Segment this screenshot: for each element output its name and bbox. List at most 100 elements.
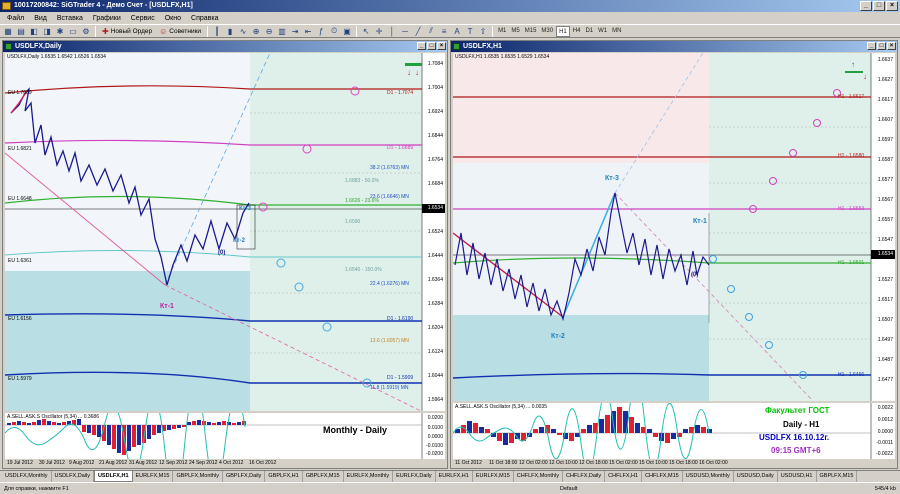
chart-tab[interactable]: USDUSD,Daily xyxy=(734,471,778,482)
vline-icon[interactable]: │ xyxy=(386,26,398,37)
tile-windows-icon[interactable]: ▥ xyxy=(276,26,288,37)
timeframe-w1[interactable]: W1 xyxy=(596,26,609,37)
trendline-icon[interactable]: ╱ xyxy=(412,26,424,37)
chart-tab[interactable]: USDLFX,H1 xyxy=(93,471,133,482)
hline-icon[interactable]: ─ xyxy=(399,26,411,37)
timeframe-m30[interactable]: M30 xyxy=(539,26,555,37)
maximize-button[interactable]: □ xyxy=(873,1,885,11)
tester-icon[interactable]: ⚙ xyxy=(80,26,92,37)
pink-zone xyxy=(453,53,709,163)
chart-tab[interactable]: EURLFX,Daily xyxy=(393,471,436,482)
label-icon[interactable]: T xyxy=(464,26,476,37)
toolbar-separator xyxy=(95,25,96,37)
menu-window[interactable]: Окно xyxy=(160,15,186,22)
bar-chart-icon[interactable]: ┃ xyxy=(211,26,223,37)
close-button[interactable]: × xyxy=(886,1,898,11)
price-tick: 1.6487 xyxy=(877,357,893,363)
chart-minimize-button[interactable]: _ xyxy=(417,42,426,50)
timeframe-h1[interactable]: H1 xyxy=(556,25,570,37)
menu-charts[interactable]: Графики xyxy=(88,15,126,22)
data-window-icon[interactable]: ◨ xyxy=(41,26,53,37)
chart-tab[interactable]: EURLFX,Monthly xyxy=(344,471,394,482)
candle-chart-icon[interactable]: ▮ xyxy=(224,26,236,37)
oscillator-bar xyxy=(533,429,538,433)
oscillator-area[interactable]: A.SELL.ASK.S Oscillator (5,34) ... 0.368… xyxy=(5,413,445,459)
chart-tab[interactable]: EURLFX,M15 xyxy=(133,471,174,482)
terminal-icon[interactable]: ▭ xyxy=(67,26,79,37)
chart-window-title[interactable]: USDLFX,H1 _ □ × xyxy=(451,41,897,52)
profiles-icon[interactable]: ▤ xyxy=(15,26,27,37)
chart-tab[interactable]: GBPLFX,Daily xyxy=(223,471,266,482)
fibo-icon[interactable]: ≡ xyxy=(438,26,450,37)
chart-close-button[interactable]: × xyxy=(887,42,896,50)
zoom-out-icon[interactable]: ⊖ xyxy=(263,26,275,37)
oscillator-bar xyxy=(551,429,556,433)
wave-label-zero: (0) xyxy=(691,272,699,278)
chart-tab[interactable]: GBPLFX,H1 xyxy=(265,471,303,482)
chart-tab[interactable]: GBPLFX,M15 xyxy=(817,471,858,482)
level-label: 38.2 (1.6763) MN xyxy=(370,165,409,171)
oscillator-bar xyxy=(52,422,56,425)
oscillator-bar xyxy=(62,422,66,425)
new-chart-icon[interactable]: ▦ xyxy=(2,26,14,37)
oscillator-bar xyxy=(509,433,514,443)
zoom-in-icon[interactable]: ⊕ xyxy=(250,26,262,37)
crosshair-icon[interactable]: ✛ xyxy=(373,26,385,37)
chart-tab[interactable]: EURLFX,H1 xyxy=(436,471,473,482)
chart-close-button[interactable]: × xyxy=(437,42,446,50)
main-toolbar: ▦ ▤ ◧ ◨ ✱ ▭ ⚙ ✚ Новый Ордер ☺ Советники ┃ … xyxy=(0,24,900,38)
chart-maximize-button[interactable]: □ xyxy=(427,42,436,50)
arrows-icon[interactable]: ⇧ xyxy=(477,26,489,37)
menu-help[interactable]: Справка xyxy=(186,15,223,22)
chart-tab[interactable]: USDLFX,Monthly xyxy=(2,471,52,482)
price-tick: 1.6844 xyxy=(427,133,443,139)
menu-file[interactable]: Файл xyxy=(2,15,29,22)
chart-tab[interactable]: EURLFX,M15 xyxy=(473,471,514,482)
menu-view[interactable]: Вид xyxy=(29,15,52,22)
chart-shift-icon[interactable]: ⇤ xyxy=(302,26,314,37)
timeframe-d1[interactable]: D1 xyxy=(583,26,595,37)
chart-tab[interactable]: CHFLFX,Monthly xyxy=(514,471,563,482)
channel-icon[interactable]: ⫽ xyxy=(425,26,437,37)
oscillator-bar xyxy=(147,425,151,439)
periods-icon[interactable]: ⏲ xyxy=(328,26,340,37)
left-level-label: EU 1.7089 xyxy=(8,90,32,96)
chart-tab[interactable]: USDLFX,Daily xyxy=(52,471,94,482)
chart-tab[interactable]: GBPLFX,M15 xyxy=(303,471,344,482)
cursor-icon[interactable]: ↖ xyxy=(360,26,372,37)
timeframe-m5[interactable]: M5 xyxy=(509,26,521,37)
new-order-button[interactable]: ✚ Новый Ордер xyxy=(99,26,155,37)
minimize-button[interactable]: _ xyxy=(860,1,872,11)
chart-tab[interactable]: CHFLFX,Daily xyxy=(563,471,606,482)
price-chart-area[interactable]: ↑ ↓ USDLFX,H1 1.6535 1.6535 1.6529 1.653… xyxy=(453,53,895,401)
chart-tab[interactable]: GBPLFX,Monthly xyxy=(173,471,223,482)
timeframe-m15[interactable]: M15 xyxy=(523,26,539,37)
chart-window-title[interactable]: USDLFX,Daily _ □ × xyxy=(3,41,447,52)
timeframe-m1[interactable]: M1 xyxy=(496,26,508,37)
chart-maximize-button[interactable]: □ xyxy=(877,42,886,50)
chart-tab[interactable]: USDUSD,Monthly xyxy=(683,471,734,482)
oscillator-area[interactable]: A.SELL.ASK.S Oscillator (5,34) ... 0.003… xyxy=(453,403,895,459)
templates-icon[interactable]: ▣ xyxy=(341,26,353,37)
chart-minimize-button[interactable]: _ xyxy=(867,42,876,50)
chart-tab[interactable]: USDUSD,H1 xyxy=(778,471,817,482)
price-chart-area[interactable]: ↓ ↓ USDLFX,Daily 1.6535 1.6542 1.6526 1.… xyxy=(5,53,445,411)
navigator-icon[interactable]: ✱ xyxy=(54,26,66,37)
market-watch-icon[interactable]: ◧ xyxy=(28,26,40,37)
line-chart-icon[interactable]: ∿ xyxy=(237,26,249,37)
oscillator-bar xyxy=(177,425,181,428)
chart-tab[interactable]: CHFLFX,H1 xyxy=(605,471,643,482)
menu-tools[interactable]: Сервис xyxy=(126,15,160,22)
menu-insert[interactable]: Вставка xyxy=(52,15,88,22)
experts-button[interactable]: ☺ Советники xyxy=(156,26,204,37)
experts-icon: ☺ xyxy=(159,26,168,36)
text-icon[interactable]: A xyxy=(451,26,463,37)
chart-tab[interactable]: CHFLFX,M15 xyxy=(642,471,683,482)
indicators-icon[interactable]: ƒ xyxy=(315,26,327,37)
osc-tick: -0.0100 xyxy=(426,443,443,449)
timeframe-h4[interactable]: H4 xyxy=(571,26,583,37)
date-tick: 15 Oct 02:00 xyxy=(609,460,638,466)
price-tick: 1.6764 xyxy=(427,157,443,163)
autoscroll-icon[interactable]: ⇥ xyxy=(289,26,301,37)
timeframe-mn[interactable]: MN xyxy=(610,26,623,37)
